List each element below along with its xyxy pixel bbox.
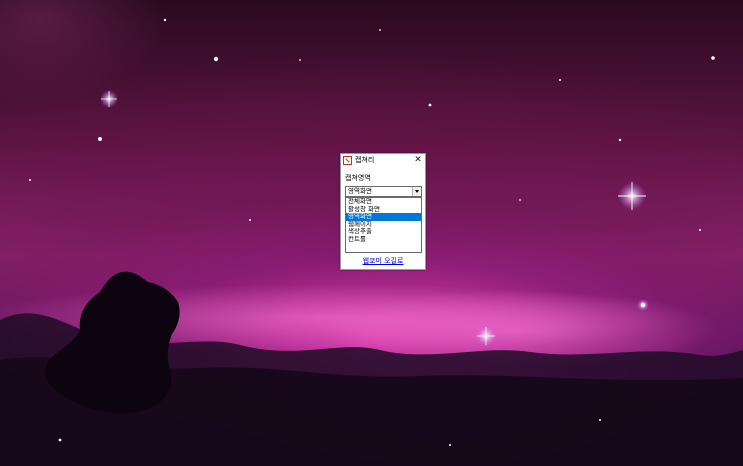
capture-app-icon [343, 156, 352, 165]
dropdown-option-webpage[interactable]: 웹페이지 [346, 221, 421, 229]
window-title: 캡쳐리 [355, 156, 375, 164]
dropdown-option-control[interactable]: 컨트롤 [346, 236, 421, 244]
titlebar[interactable]: 캡쳐리 ✕ [341, 154, 425, 167]
close-icon[interactable]: ✕ [413, 155, 423, 165]
dropdown-option-color-picker[interactable]: 색상추출 [346, 228, 421, 236]
bottom-link[interactable]: 웹쿄미 오길로 [341, 257, 425, 266]
dropdown-option-region[interactable]: 영역화면 [346, 213, 421, 221]
capture-dialog: 캡쳐리 ✕ 캡쳐영역 영역화면 전체화면 활성창 화면 영역화면 웹페이지 색상… [340, 153, 426, 270]
combobox-value: 영역화면 [348, 187, 372, 195]
chevron-down-icon[interactable] [412, 187, 421, 196]
capture-area-dropdown-list: 전체화면 활성창 화면 영역화면 웹페이지 색상추출 컨트롤 [345, 197, 422, 253]
capture-area-combobox[interactable]: 영역화면 [345, 186, 422, 197]
dropdown-option-fullscreen[interactable]: 전체화면 [346, 198, 421, 206]
dropdown-option-active-window[interactable]: 활성창 화면 [346, 206, 421, 214]
capture-area-label: 캡쳐영역 [345, 174, 371, 182]
